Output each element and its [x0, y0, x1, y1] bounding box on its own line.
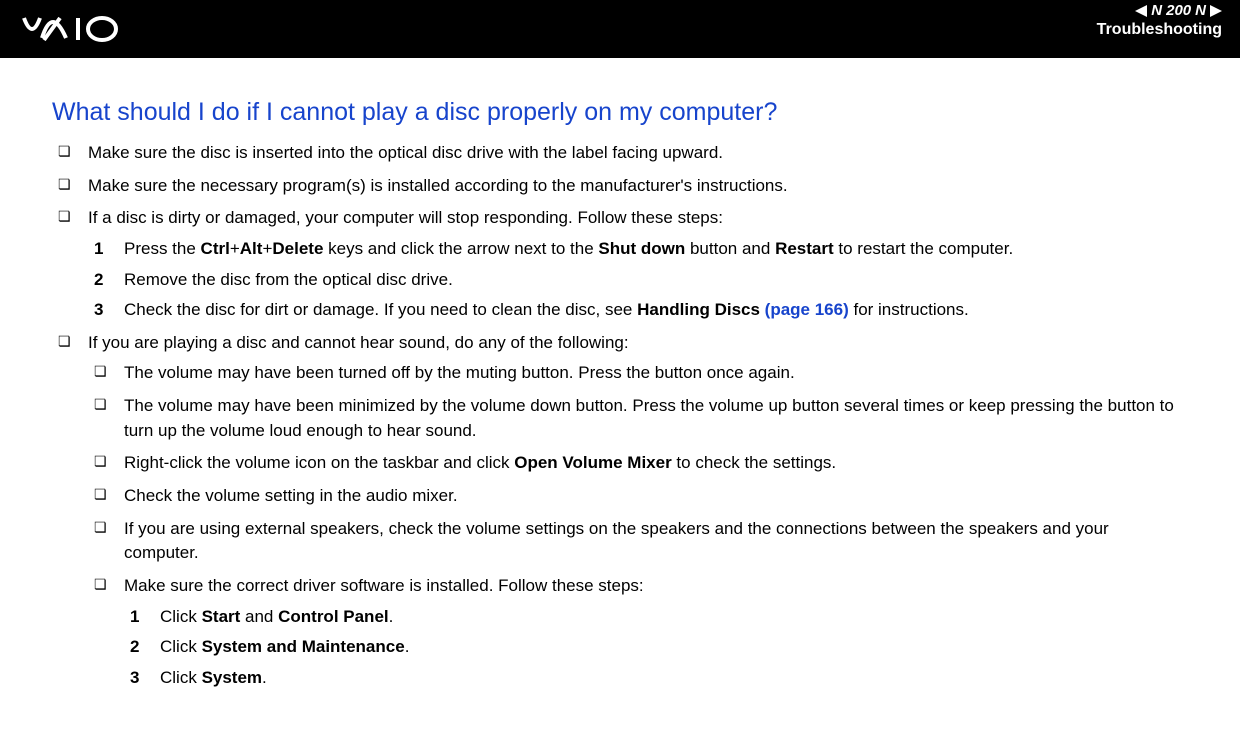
sub-audio-mixer: Check the volume setting in the audio mi… [88, 484, 1188, 509]
sub-volume-mixer: Right-click the volume icon on the taskb… [88, 451, 1188, 476]
nav-prev-icon[interactable] [1135, 5, 1147, 17]
bullet-no-sound: If you are playing a disc and cannot hea… [52, 331, 1188, 691]
n-letter-right: N [1195, 2, 1206, 19]
step-ctrl-alt-del: Press the Ctrl+Alt+Delete keys and click… [88, 237, 1188, 262]
step-remove-disc: Remove the disc from the optical disc dr… [88, 268, 1188, 293]
sub-driver-software: Make sure the correct driver software is… [88, 574, 1188, 691]
sub-external-speakers: If you are using external speakers, chec… [88, 517, 1188, 566]
bullet-programs-installed: Make sure the necessary program(s) is in… [52, 174, 1188, 199]
nav-next-icon[interactable] [1210, 5, 1222, 17]
bullet-label-up: Make sure the disc is inserted into the … [52, 141, 1188, 166]
page-number: 200 [1166, 2, 1191, 19]
sound-sub-list: The volume may have been turned off by t… [88, 361, 1188, 690]
steps-restart-list: Press the Ctrl+Alt+Delete keys and click… [88, 237, 1188, 323]
n-letter-left: N [1151, 2, 1162, 19]
steps-driver-list: Click Start and Control Panel. Click Sys… [124, 605, 1188, 691]
bullet-dirty-damaged: If a disc is dirty or damaged, your comp… [52, 206, 1188, 323]
page-indicator: N 200 N Troubleshooting [1097, 2, 1222, 39]
step-system: Click System. [124, 666, 1188, 691]
content-area: What should I do if I cannot play a disc… [0, 58, 1240, 729]
vaio-logo [22, 14, 162, 44]
section-name: Troubleshooting [1097, 21, 1222, 39]
link-handling-discs[interactable]: (page 166) [765, 300, 849, 319]
question-heading: What should I do if I cannot play a disc… [52, 98, 1188, 127]
sub-volume-down: The volume may have been minimized by th… [88, 394, 1188, 443]
step-sys-maint: Click System and Maintenance. [124, 635, 1188, 660]
header-bar: N 200 N Troubleshooting [0, 0, 1240, 58]
top-bullet-list: Make sure the disc is inserted into the … [52, 141, 1188, 691]
step-start-cp: Click Start and Control Panel. [124, 605, 1188, 630]
sub-muting: The volume may have been turned off by t… [88, 361, 1188, 386]
step-check-disc: Check the disc for dirt or damage. If yo… [88, 298, 1188, 323]
